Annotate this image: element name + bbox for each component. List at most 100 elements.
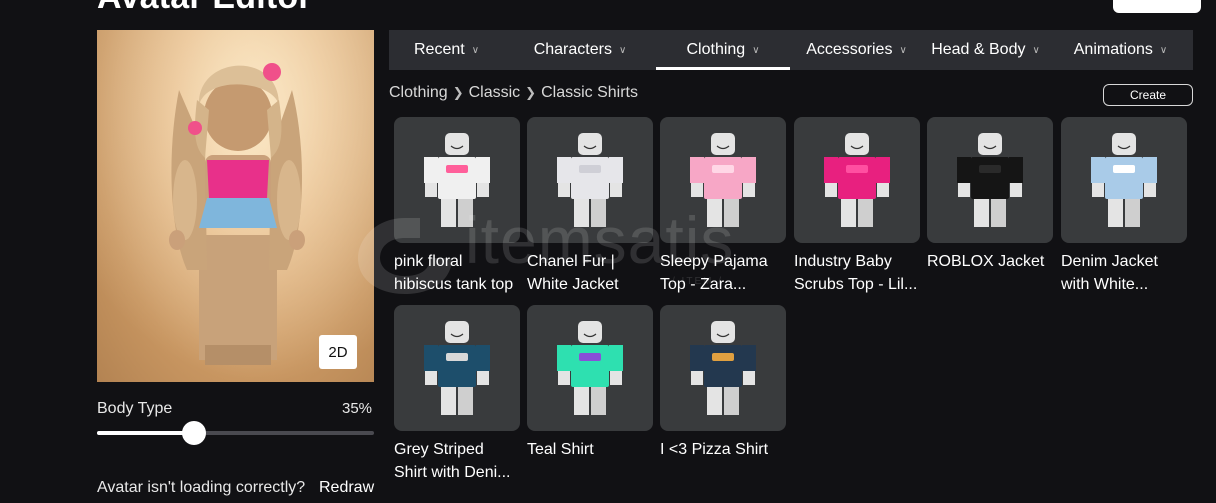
shirt-sleeve (690, 157, 704, 183)
avatar-head (711, 133, 735, 155)
top-right-button[interactable] (1113, 0, 1201, 13)
slider-fill (97, 431, 194, 435)
avatar-leg (1125, 197, 1140, 227)
avatar-leg (1108, 197, 1123, 227)
shirt-sleeve (557, 157, 571, 183)
avatar-leg (441, 197, 456, 227)
shirt-sleeve (609, 157, 623, 183)
shirt-torso (571, 345, 609, 387)
shirt-detail (579, 165, 601, 173)
toggle-2d-button[interactable]: 2D (319, 335, 357, 369)
item-card[interactable]: Chanel Fur | White Jacket (527, 117, 653, 296)
chevron-down-icon: ∨ (752, 44, 760, 56)
create-button[interactable]: Create (1103, 84, 1193, 106)
tab-label: Characters (533, 41, 612, 58)
breadcrumb-classic[interactable]: Classic (469, 84, 521, 102)
avatar-hand (610, 371, 622, 385)
avatar-hand (743, 371, 755, 385)
avatar-leg (724, 385, 739, 415)
avatar-leg (574, 385, 589, 415)
item-thumbnail (660, 305, 786, 431)
avatar-hand (477, 183, 489, 197)
item-name: Teal Shirt (527, 441, 594, 458)
shirt-sleeve (876, 157, 890, 183)
item-card[interactable]: Sleepy Pajama Top - Zara... (660, 117, 786, 296)
item-name: Sleepy Pajama Top - Zara... (660, 253, 768, 293)
tab-label: Accessories (806, 41, 893, 58)
shirt-sleeve (476, 157, 490, 183)
shirt-torso (571, 157, 609, 199)
avatar-leg (458, 385, 473, 415)
avatar-hand (958, 183, 970, 197)
shirt-torso (838, 157, 876, 199)
tab-head-body[interactable]: Head & Body ∨ (923, 30, 1048, 70)
avatar-render (97, 30, 374, 382)
shirt-detail (1113, 165, 1135, 173)
tab-characters[interactable]: Characters ∨ (504, 30, 656, 70)
shirt-sleeve (1091, 157, 1105, 183)
item-thumbnail (527, 117, 653, 243)
chevron-down-icon: ∨ (471, 44, 480, 56)
avatar-preview[interactable]: 2D (97, 30, 374, 382)
avatar-hand (558, 371, 570, 385)
item-thumbnail (394, 305, 520, 431)
body-type-slider[interactable] (97, 421, 374, 445)
shirt-torso (704, 345, 742, 387)
tab-recent[interactable]: Recent ∨ (389, 30, 504, 70)
item-name: Grey Striped Shirt with Deni... (394, 441, 511, 481)
shirt-sleeve (742, 157, 756, 183)
avatar-hand (877, 183, 889, 197)
avatar-head (711, 321, 735, 343)
avatar-leg (858, 197, 873, 227)
item-thumbnail (527, 305, 653, 431)
tab-accessories[interactable]: Accessories ∨ (790, 30, 923, 70)
avatar-hand (825, 183, 837, 197)
avatar-hand (558, 183, 570, 197)
avatar-hand (691, 371, 703, 385)
avatar-hand (425, 371, 437, 385)
body-type-value: 35% (342, 400, 373, 417)
item-card[interactable]: Denim Jacket with White... (1061, 117, 1187, 296)
avatar-head (445, 321, 469, 343)
item-card[interactable]: Teal Shirt (527, 305, 653, 461)
page-title: Avatar Editor (97, 0, 312, 17)
breadcrumb-clothing[interactable]: Clothing (389, 84, 448, 102)
breadcrumb: Clothing ❯ Classic ❯ Classic Shirts (389, 84, 638, 102)
avatar-leg (724, 197, 739, 227)
item-name: Denim Jacket with White... (1061, 253, 1158, 293)
shirt-sleeve (1143, 157, 1157, 183)
avatar-hand (1144, 183, 1156, 197)
chevron-down-icon: ∨ (1032, 44, 1040, 56)
redraw-link[interactable]: Redraw (319, 479, 374, 497)
shirt-sleeve (742, 345, 756, 371)
avatar-head (978, 133, 1002, 155)
item-card[interactable]: Industry Baby Scrubs Top - Lil... (794, 117, 920, 296)
item-card[interactable]: I <3 Pizza Shirt (660, 305, 786, 461)
item-name: ROBLOX Jacket (927, 253, 1045, 270)
item-name: I <3 Pizza Shirt (660, 441, 769, 458)
item-thumbnail (794, 117, 920, 243)
chevron-down-icon: ∨ (1159, 44, 1168, 56)
slider-thumb[interactable] (181, 421, 206, 445)
avatar-head (445, 133, 469, 155)
shirt-detail (712, 353, 734, 361)
item-card[interactable]: ROBLOX Jacket (927, 117, 1053, 273)
avatar-leg (974, 197, 989, 227)
avatar-head (1112, 133, 1136, 155)
shirt-sleeve (957, 157, 971, 183)
item-card[interactable]: Grey Striped Shirt with Deni... (394, 305, 520, 484)
item-thumbnail (1061, 117, 1187, 243)
avatar-head (845, 133, 869, 155)
shirt-torso (438, 345, 476, 387)
chevron-down-icon: ∨ (899, 44, 907, 56)
item-name: Chanel Fur | White Jacket (527, 253, 619, 293)
tab-clothing[interactable]: Clothing ∨ (656, 30, 790, 70)
item-card[interactable]: pink floral hibiscus tank top (394, 117, 520, 296)
tab-label: Clothing (686, 41, 746, 58)
chevron-down-icon: ∨ (618, 44, 627, 56)
tab-animations[interactable]: Animations ∨ (1048, 30, 1193, 70)
tab-label: Animations (1073, 41, 1153, 58)
avatar-hand (743, 183, 755, 197)
item-thumbnail (660, 117, 786, 243)
chevron-right-icon: ❯ (525, 85, 537, 100)
